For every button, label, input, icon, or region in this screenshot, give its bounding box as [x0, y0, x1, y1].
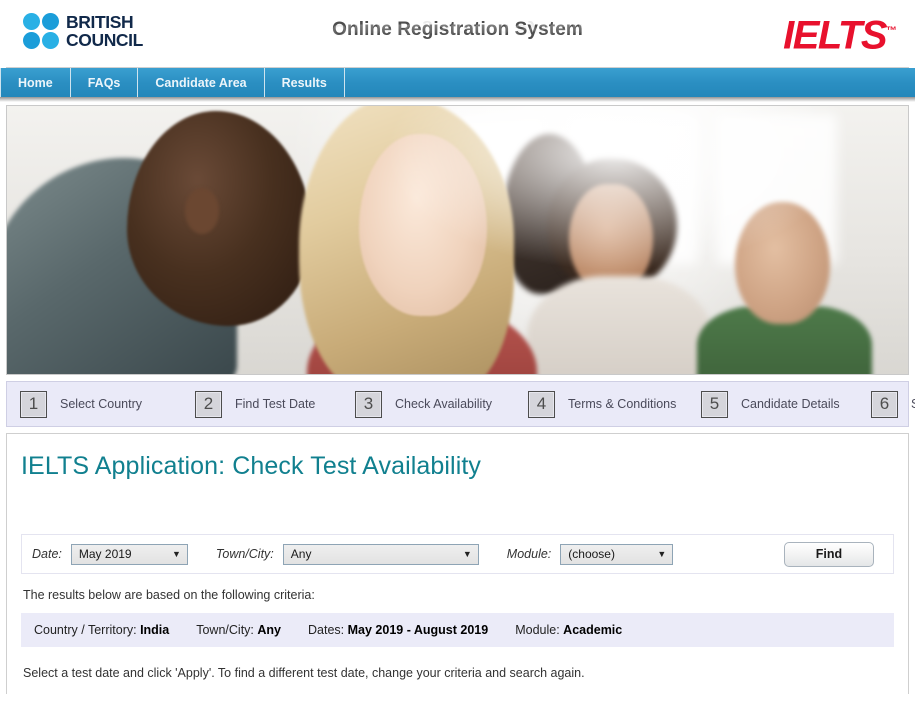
module-select[interactable]: (choose) ▼ — [560, 544, 673, 565]
hero-banner-wrap — [0, 102, 915, 375]
page-title: Online Registration System — [0, 19, 915, 41]
step-number: 1 — [20, 391, 47, 418]
step-label: Terms & Conditions — [555, 397, 701, 411]
criteria-dates-value: May 2019 - August 2019 — [348, 623, 489, 637]
step-label: Candidate Details — [728, 397, 871, 411]
site-header: BRITISH COUNCIL Online Registration Syst… — [0, 0, 915, 68]
chevron-down-icon: ▼ — [657, 549, 666, 559]
step-check-availability[interactable]: 3 Check Availability — [355, 391, 528, 418]
step-number: 5 — [701, 391, 728, 418]
step-label: Select Country — [47, 397, 195, 411]
criteria-dates-label: Dates: — [308, 623, 344, 637]
criteria-town-value: Any — [257, 623, 281, 637]
module-label: Module: — [507, 547, 551, 561]
trademark-icon: ™ — [886, 25, 897, 37]
content-panel-wrap: IELTS Application: Check Test Availabili… — [0, 427, 915, 694]
hero-banner-image — [6, 105, 909, 375]
step-summary[interactable]: 6 Summary — [871, 391, 915, 418]
step-find-test-date[interactable]: 2 Find Test Date — [195, 391, 355, 418]
main-navigation: Home FAQs Candidate Area Results — [0, 68, 915, 97]
ielts-logo[interactable]: IELTS™ — [783, 11, 897, 55]
progress-steps-wrap: 1 Select Country 2 Find Test Date 3 Chec… — [0, 375, 915, 427]
town-city-label: Town/City: — [216, 547, 274, 561]
search-filter-bar: Date: May 2019 ▼ Town/City: Any ▼ Module… — [21, 534, 894, 574]
date-label: Date: — [32, 547, 62, 561]
criteria-town: Town/City: Any — [196, 623, 281, 637]
criteria-module: Module: Academic — [515, 623, 622, 637]
content-panel: IELTS Application: Check Test Availabili… — [6, 433, 909, 694]
criteria-intro-text: The results below are based on the follo… — [21, 574, 894, 602]
date-select-value: May 2019 — [79, 547, 132, 561]
step-number: 4 — [528, 391, 555, 418]
find-button[interactable]: Find — [784, 542, 874, 567]
date-select[interactable]: May 2019 ▼ — [71, 544, 188, 565]
chevron-down-icon: ▼ — [172, 549, 181, 559]
step-label: Find Test Date — [222, 397, 355, 411]
criteria-country-value: India — [140, 623, 169, 637]
criteria-country-label: Country / Territory: — [34, 623, 137, 637]
step-select-country[interactable]: 1 Select Country — [20, 391, 195, 418]
criteria-town-label: Town/City: — [196, 623, 254, 637]
step-number: 6 — [871, 391, 898, 418]
town-city-select[interactable]: Any ▼ — [283, 544, 479, 565]
nav-item-faqs[interactable]: FAQs — [71, 68, 139, 97]
hero-figure-man-right-head — [735, 202, 830, 324]
content-heading: IELTS Application: Check Test Availabili… — [21, 434, 894, 481]
step-label: Summary — [898, 397, 915, 411]
criteria-dates: Dates: May 2019 - August 2019 — [308, 623, 488, 637]
step-candidate-details[interactable]: 5 Candidate Details — [701, 391, 871, 418]
town-city-select-value: Any — [291, 547, 312, 561]
module-select-value: (choose) — [568, 547, 615, 561]
instruction-text: Select a test date and click 'Apply'. To… — [21, 647, 894, 680]
nav-item-candidate-area[interactable]: Candidate Area — [138, 68, 264, 97]
progress-steps: 1 Select Country 2 Find Test Date 3 Chec… — [6, 381, 909, 427]
nav-item-home[interactable]: Home — [0, 68, 71, 97]
chevron-down-icon: ▼ — [463, 549, 472, 559]
step-number: 2 — [195, 391, 222, 418]
criteria-module-value: Academic — [563, 623, 622, 637]
hero-figure-woman-blonde-face — [359, 134, 487, 316]
step-number: 3 — [355, 391, 382, 418]
nav-item-results[interactable]: Results — [265, 68, 345, 97]
criteria-summary-bar: Country / Territory: India Town/City: An… — [21, 613, 894, 647]
ielts-logo-text: IELTS — [783, 13, 886, 57]
criteria-country: Country / Territory: India — [34, 623, 169, 637]
step-terms-conditions[interactable]: 4 Terms & Conditions — [528, 391, 701, 418]
criteria-module-label: Module: — [515, 623, 559, 637]
step-label: Check Availability — [382, 397, 528, 411]
